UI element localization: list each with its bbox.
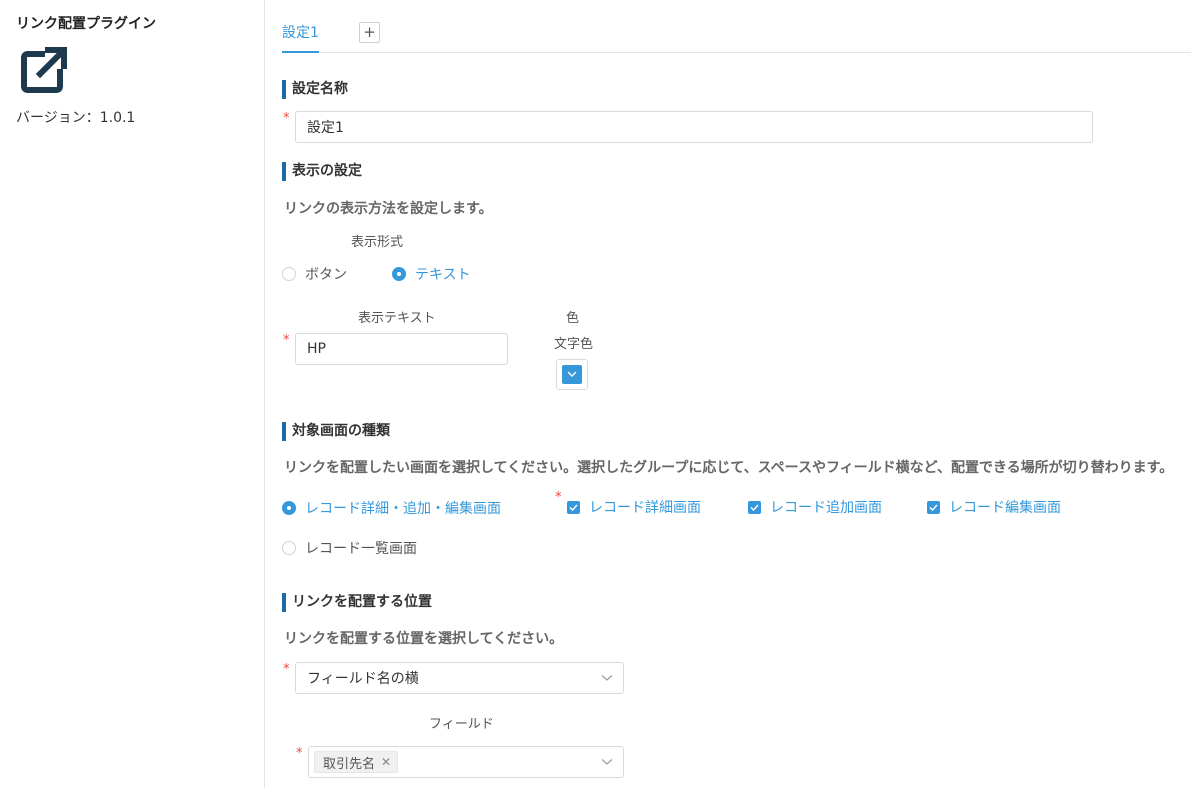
plugin-info-pane: リンク配置プラグイン バージョン：1.0.1 bbox=[0, 0, 265, 788]
display-format-text-label: テキスト bbox=[415, 267, 471, 283]
display-format-label: 表示形式 bbox=[351, 235, 404, 250]
field-tag-label: 取引先名 bbox=[323, 756, 376, 772]
settings-tab-bar: 設定1 + bbox=[282, 0, 1191, 53]
plugin-settings-page: リンク配置プラグイン バージョン：1.0.1 設定1 + 設定名称 * 設定1 … bbox=[0, 0, 1191, 788]
position-select[interactable]: フィールド名の横 bbox=[295, 662, 624, 694]
screen-edit-checkbox[interactable]: レコード編集画面 bbox=[927, 497, 1061, 517]
screen-add-checkbox[interactable]: レコード追加画面 bbox=[748, 497, 882, 517]
required-mark: * bbox=[296, 746, 303, 761]
required-mark: * bbox=[283, 662, 290, 677]
field-tag: 取引先名 ✕ bbox=[314, 751, 399, 773]
chevron-down-icon bbox=[601, 759, 613, 765]
screen-detail-checkbox[interactable]: レコード詳細画面 bbox=[567, 497, 701, 517]
required-mark: * bbox=[283, 111, 290, 126]
required-mark: * bbox=[283, 333, 290, 348]
add-tab-button[interactable]: + bbox=[359, 22, 380, 43]
checkmark-icon bbox=[927, 500, 940, 514]
screen-group-list-label: レコード一覧画面 bbox=[305, 541, 417, 557]
radio-circle bbox=[282, 267, 296, 281]
display-settings-description: リンクの表示方法を設定します。 bbox=[284, 201, 493, 217]
external-link-icon bbox=[20, 46, 68, 94]
display-text-label: 表示テキスト bbox=[358, 311, 436, 326]
radio-circle bbox=[392, 267, 406, 281]
setting-name-value: 設定1 bbox=[307, 120, 344, 136]
display-text-value: HP bbox=[307, 341, 326, 357]
plugin-title: リンク配置プラグイン bbox=[16, 16, 156, 32]
position-heading: リンクを配置する位置 bbox=[282, 593, 432, 612]
position-select-value: フィールド名の横 bbox=[307, 671, 419, 687]
screen-detail-label: レコード詳細画面 bbox=[589, 500, 701, 516]
setting-name-heading: 設定名称 bbox=[282, 80, 348, 99]
display-format-button-radio[interactable]: ボタン bbox=[282, 264, 347, 284]
display-text-input[interactable]: HP bbox=[295, 333, 508, 365]
position-description: リンクを配置する位置を選択してください。 bbox=[284, 631, 564, 647]
checkmark-icon bbox=[748, 500, 761, 514]
display-settings-heading: 表示の設定 bbox=[282, 162, 362, 181]
screen-group-detail-label: レコード詳細・追加・編集画面 bbox=[305, 501, 501, 517]
tab-setting-1[interactable]: 設定1 bbox=[282, 22, 319, 53]
field-label: フィールド bbox=[429, 717, 494, 732]
radio-circle bbox=[282, 501, 296, 515]
display-format-text-radio[interactable]: テキスト bbox=[392, 264, 471, 284]
checkmark-icon bbox=[567, 500, 580, 514]
radio-circle bbox=[282, 541, 296, 555]
chevron-down-icon bbox=[567, 371, 577, 377]
color-label: 色 bbox=[566, 311, 580, 326]
field-multi-select[interactable]: 取引先名 ✕ bbox=[308, 746, 624, 778]
display-format-button-label: ボタン bbox=[305, 267, 347, 283]
screen-group-list-radio[interactable]: レコード一覧画面 bbox=[282, 538, 417, 558]
screen-group-detail-radio[interactable]: レコード詳細・追加・編集画面 bbox=[282, 498, 501, 518]
text-color-swatch bbox=[562, 365, 582, 384]
text-color-picker[interactable] bbox=[556, 359, 588, 390]
required-mark: * bbox=[555, 490, 562, 505]
chevron-down-icon bbox=[601, 675, 613, 681]
setting-name-input[interactable]: 設定1 bbox=[295, 111, 1093, 143]
target-screen-description: リンクを配置したい画面を選択してください。選択したグループに応じて、スペースやフ… bbox=[284, 460, 1174, 476]
close-icon[interactable]: ✕ bbox=[381, 755, 391, 769]
screen-edit-label: レコード編集画面 bbox=[949, 500, 1061, 516]
plugin-version: バージョン：1.0.1 bbox=[16, 110, 136, 126]
target-screen-heading: 対象画面の種類 bbox=[282, 422, 390, 441]
screen-add-label: レコード追加画面 bbox=[770, 500, 882, 516]
text-color-label: 文字色 bbox=[554, 337, 594, 352]
